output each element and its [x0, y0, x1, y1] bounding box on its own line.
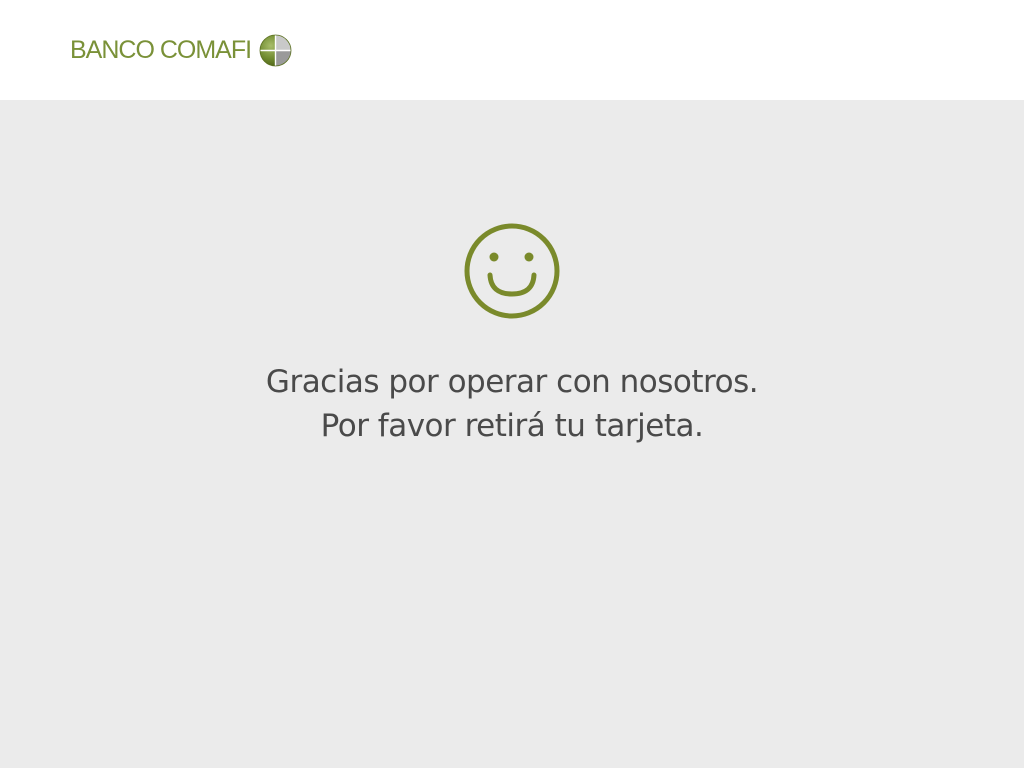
- thank-you-message: Gracias por operar con nosotros. Por fav…: [0, 360, 1024, 448]
- brand-logo: BANCO COMAFI: [70, 32, 292, 68]
- brand-name: BANCO COMAFI: [70, 36, 252, 64]
- comafi-globe-logo-icon: [259, 34, 292, 66]
- header-bar: BANCO COMAFI: [0, 0, 1024, 100]
- smiley-face-icon: [464, 223, 560, 319]
- message-line-2: Por favor retirá tu tarjeta.: [320, 408, 704, 444]
- message-line-1: Gracias por operar con nosotros.: [265, 364, 759, 400]
